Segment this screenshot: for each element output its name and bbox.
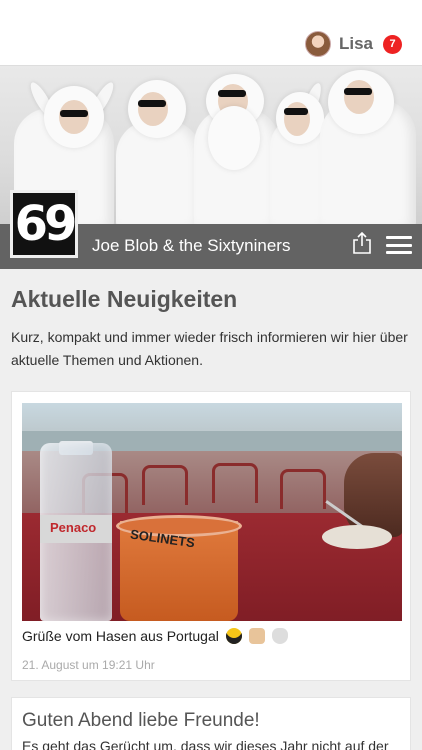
band-logo[interactable]: 69 [10, 190, 78, 258]
post-date: 21. August um 19:21 Uhr [22, 658, 155, 672]
post-card[interactable]: Penaco SOLINETS Grüße vom Hasen aus Port… [11, 391, 411, 681]
page-title: Aktuelle Neuigkeiten [11, 286, 238, 312]
avatar-icon[interactable] [304, 31, 331, 57]
post-photo[interactable]: Penaco SOLINETS [22, 403, 402, 621]
menu-icon[interactable] [386, 236, 412, 254]
post-card[interactable]: Guten Abend liebe Freunde! Es geht das G… [11, 697, 411, 750]
user-name[interactable]: Lisa [339, 34, 373, 54]
post-text: Es geht das Gerücht um, dass wir dieses … [22, 738, 389, 750]
rabbit-emoji-icon [271, 628, 288, 644]
post-caption-text: Grüße vom Hasen aus Portugal [22, 628, 219, 644]
band-name: Joe Blob & the Sixtyniners [92, 236, 291, 255]
post-title: Guten Abend liebe Freunde! [22, 710, 260, 731]
post-caption: Grüße vom Hasen aus Portugal [22, 628, 288, 644]
top-bar: Lisa 7 [0, 0, 422, 66]
thumbs-up-emoji-icon [248, 628, 265, 644]
intro-text: Kurz, kompakt und immer wieder frisch in… [11, 329, 408, 368]
notification-badge[interactable]: 7 [383, 34, 402, 54]
user-menu[interactable]: Lisa 7 [304, 30, 402, 58]
share-icon[interactable] [352, 232, 372, 254]
sunglasses-emoji-icon [225, 628, 242, 644]
bottle-label-text: Penaco [50, 520, 97, 535]
